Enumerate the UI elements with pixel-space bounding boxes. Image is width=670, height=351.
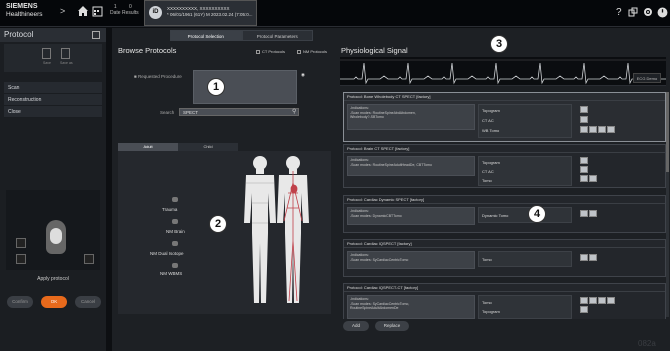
protocol-tabs: Protocol Selection Protocol Parameters bbox=[170, 30, 313, 41]
tab-protocol-parameters[interactable]: Protocol Parameters bbox=[241, 30, 313, 41]
protocol-card[interactable]: Protocol: Bone Wholebody CT SPECT [facto… bbox=[343, 92, 666, 142]
tab-adult[interactable]: Adult bbox=[118, 143, 178, 151]
search-icon[interactable]: ⚲ bbox=[292, 108, 296, 115]
browse-protocols-title: Browse Protocols bbox=[118, 46, 177, 55]
home-icon[interactable] bbox=[77, 5, 89, 17]
callout-2: 2 bbox=[209, 215, 227, 233]
ecg-demo-label[interactable]: ECG Demo bbox=[633, 73, 661, 83]
body-figure[interactable] bbox=[238, 153, 328, 313]
add-button[interactable]: Add bbox=[343, 321, 369, 331]
operations-box: Topogram CT AC Tomo bbox=[478, 156, 572, 186]
date-count[interactable]: 1 Date bbox=[110, 4, 121, 16]
requested-procedure-checkbox[interactable]: ■ Requested Procedure bbox=[134, 74, 182, 79]
tool-icon[interactable] bbox=[84, 254, 94, 264]
callout-4: 4 bbox=[528, 205, 546, 223]
layout-icon[interactable] bbox=[628, 7, 638, 17]
operations-box: Topogram CT AC WB Tomo bbox=[478, 104, 572, 138]
indications-box: -Indications: -Scan modes: DynamicCBTTomo bbox=[347, 207, 475, 225]
protocol-card[interactable]: Protocol: Cardiac IQSPECT [factory] -Ind… bbox=[343, 239, 666, 277]
pin-icon[interactable] bbox=[92, 31, 100, 39]
save-icon[interactable] bbox=[42, 48, 51, 59]
body-region-selector: Trauma NM Brain NM Dual Isotope NM WBMS bbox=[118, 151, 331, 314]
age-tabs: Adult Child bbox=[118, 143, 238, 151]
tab-child[interactable]: Child bbox=[178, 143, 238, 151]
results-count[interactable]: 0 Results bbox=[122, 4, 139, 16]
patient-id-icon: iD bbox=[149, 6, 162, 19]
eye-icon[interactable]: ◉ bbox=[301, 72, 305, 78]
operations-box: Tomo bbox=[478, 251, 572, 267]
replace-button[interactable]: Replace bbox=[375, 321, 409, 331]
protocol-list: Protocol: Bone Wholebody CT SPECT [facto… bbox=[343, 92, 667, 319]
indications-box: -Indications: -Scan modes: SyCardiacCentr… bbox=[347, 251, 475, 269]
patient-info: * 06/01/1961 (61Y) M 2023.02.24 (7:05:0.… bbox=[167, 12, 253, 17]
gear-icon[interactable] bbox=[643, 7, 653, 17]
ct-protocols-checkbox[interactable]: CT Protocols bbox=[256, 49, 285, 54]
chevron-right-icon[interactable]: > bbox=[60, 6, 65, 16]
tool-icon[interactable] bbox=[16, 238, 26, 248]
menu-item-reconstruction[interactable]: Reconstruction bbox=[4, 94, 102, 106]
body-label-nm-dual-isotope[interactable]: NM Dual Isotope bbox=[150, 251, 184, 256]
patient-name: XXXXXXXXXX, XXXXXXXXXX bbox=[167, 6, 230, 11]
body-label-nm-brain[interactable]: NM Brain bbox=[166, 229, 185, 234]
apply-protocol-label: Apply protocol bbox=[37, 276, 69, 282]
protocol-card[interactable]: Protocol: Cardiac Dynamic SPECT [factory… bbox=[343, 195, 666, 233]
watermark: 082a bbox=[638, 339, 656, 348]
callout-1: 1 bbox=[207, 78, 225, 96]
panel-title: Protocol bbox=[0, 28, 106, 42]
ecg-waveform bbox=[340, 57, 666, 86]
cancel-button[interactable]: Cancel bbox=[75, 296, 101, 308]
thumbnail-tiles bbox=[580, 106, 588, 113]
confirm-button[interactable]: Confirm bbox=[7, 296, 33, 308]
indications-box: -Indications: -Scan modes: SyCardiacCentr… bbox=[347, 295, 475, 319]
gantry-illustration bbox=[6, 190, 100, 270]
save-toolbar: Save Save as bbox=[4, 44, 102, 72]
power-icon[interactable] bbox=[657, 7, 668, 18]
menu-item-close[interactable]: Close bbox=[4, 106, 102, 118]
operations-box: Tomo Topogram bbox=[478, 295, 572, 319]
help-icon[interactable]: ? bbox=[616, 7, 622, 18]
search-label: Search bbox=[160, 110, 175, 115]
ok-button[interactable]: OK bbox=[41, 296, 67, 308]
tool-icon[interactable] bbox=[16, 254, 26, 264]
protocol-list-scrollbar[interactable] bbox=[666, 92, 669, 317]
nm-protocols-checkbox[interactable]: NM Protocols bbox=[297, 49, 327, 54]
protocol-card[interactable]: Protocol: Brain CT SPECT [factory] -Indi… bbox=[343, 144, 666, 188]
body-label-nm-wbms[interactable]: NM WBMS bbox=[160, 271, 182, 276]
physiological-signal-title: Physiological Signal bbox=[341, 46, 408, 55]
body-label-trauma[interactable]: Trauma bbox=[162, 207, 177, 212]
search-input[interactable]: SPECT bbox=[179, 108, 299, 116]
calendar-icon[interactable] bbox=[92, 5, 103, 17]
protocol-card[interactable]: Protocol: Cardiac IQSPECT-CT [factory] -… bbox=[343, 283, 666, 319]
tab-protocol-selection[interactable]: Protocol Selection bbox=[170, 30, 242, 41]
patient-tab[interactable]: iD XXXXXXXXXX, XXXXXXXXXX * 06/01/1961 (… bbox=[144, 0, 257, 26]
menu-item-scan[interactable]: Scan bbox=[4, 82, 102, 94]
siemens-logo: SIEMENS Healthineers bbox=[6, 3, 43, 18]
indications-box: -Indications: -Scan modes: RoutineSpineAd… bbox=[347, 156, 475, 176]
save-as-icon[interactable] bbox=[61, 48, 70, 59]
callout-3: 3 bbox=[490, 35, 508, 53]
operations-box: Dynamic Tomo bbox=[478, 207, 572, 223]
top-bar: SIEMENS Healthineers > 1 Date 0 Results iD… bbox=[0, 0, 670, 27]
indications-box: -Indications: -Scan modes: RoutineSpineAb… bbox=[347, 104, 475, 130]
